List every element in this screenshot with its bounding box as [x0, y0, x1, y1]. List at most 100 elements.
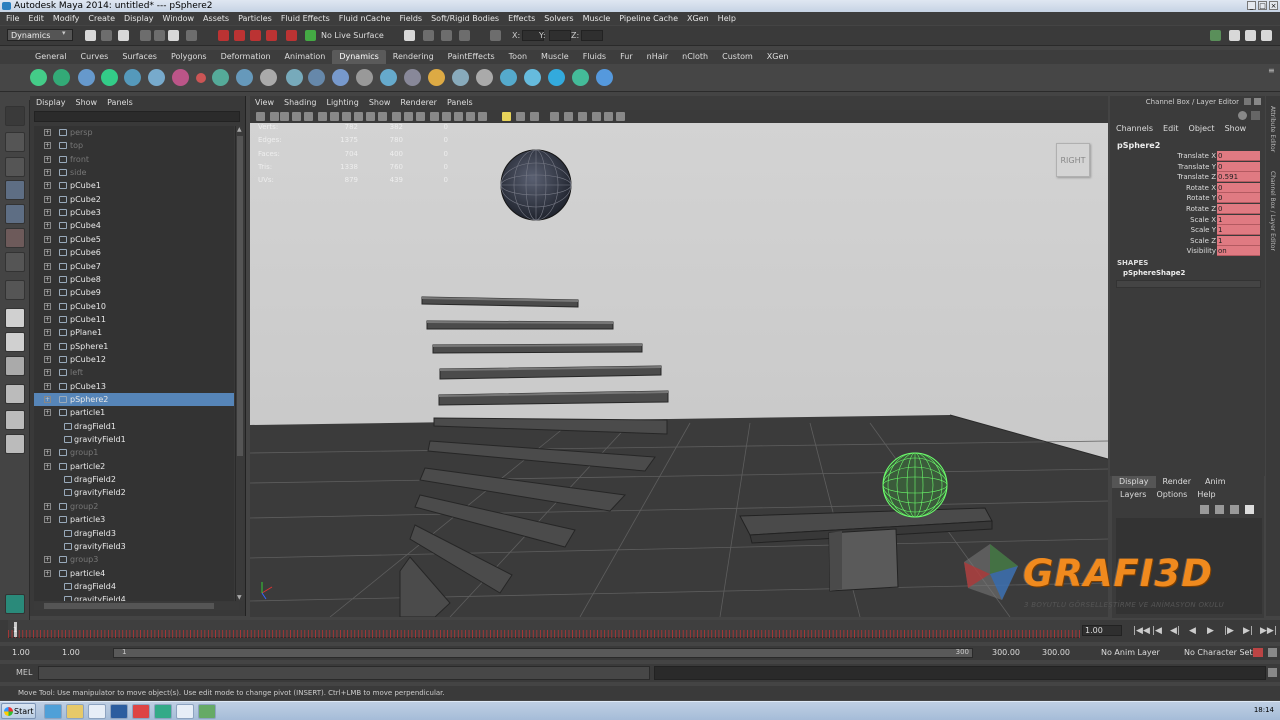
auto-key-icon[interactable] — [1253, 648, 1263, 657]
transform-mode-icon[interactable] — [490, 30, 501, 41]
nail-constraint-icon[interactable] — [476, 69, 493, 86]
menu-solvers[interactable]: Solvers — [544, 12, 573, 25]
film-gate-icon[interactable] — [318, 112, 327, 121]
animation-start-field[interactable]: 1.00 — [12, 647, 30, 659]
channel-menu-edit[interactable]: Edit — [1163, 124, 1179, 133]
play-forwards-button[interactable]: ▶ — [1207, 626, 1214, 636]
point-icon[interactable] — [196, 73, 206, 83]
viewport-menu-view[interactable]: View — [255, 96, 274, 110]
outliner-item[interactable]: + side — [34, 166, 234, 179]
channel-label[interactable]: Visibility — [1187, 246, 1216, 257]
ambient-occlusion-icon[interactable] — [564, 112, 573, 121]
layer-tab-anim[interactable]: Anim — [1198, 476, 1233, 488]
active-rigid-body-icon[interactable] — [428, 69, 445, 86]
close-button[interactable]: × — [1269, 1, 1278, 10]
expand-icon[interactable]: + — [44, 155, 51, 163]
quick-layout-icon[interactable] — [5, 594, 25, 614]
wireframe-icon[interactable] — [392, 112, 401, 121]
ie-taskbar-icon[interactable] — [44, 704, 62, 719]
channel-label[interactable]: Rotate X — [1186, 183, 1216, 194]
outliner-item[interactable]: gravityField3 — [34, 540, 234, 553]
outliner-menu-show[interactable]: Show — [76, 96, 98, 110]
shelf-menu-icon[interactable]: ≡ — [1268, 66, 1275, 75]
layer-move-down-icon[interactable] — [1215, 505, 1224, 514]
current-frame-field[interactable]: 1.00 — [1082, 625, 1122, 636]
layer-menu-options[interactable]: Options — [1156, 490, 1187, 499]
outliner-item[interactable]: + pCube4 — [34, 219, 234, 232]
outliner-item[interactable]: dragField3 — [34, 527, 234, 540]
outliner-item[interactable]: + pCube3 — [34, 206, 234, 219]
isolate-select-icon[interactable] — [550, 112, 559, 121]
outliner-item[interactable]: + pCube6 — [34, 246, 234, 259]
expand-icon[interactable]: + — [44, 275, 51, 283]
step-back-frame-button[interactable]: ◀| — [1170, 626, 1180, 636]
render-frame-icon[interactable] — [423, 30, 434, 41]
expand-icon[interactable]: + — [44, 516, 51, 524]
z-field[interactable] — [581, 30, 603, 41]
layer-menu-help[interactable]: Help — [1197, 490, 1215, 499]
viewport-menu-shading[interactable]: Shading — [284, 96, 317, 110]
shelf-tab-fur[interactable]: Fur — [613, 50, 640, 64]
spring-constraint-icon[interactable] — [524, 69, 541, 86]
ipr-render-icon[interactable] — [441, 30, 452, 41]
channel-label[interactable]: Translate Y — [1178, 162, 1216, 173]
sidebar-toggle-icon[interactable] — [1210, 30, 1221, 41]
cache-icon[interactable] — [572, 69, 589, 86]
expand-icon[interactable]: + — [44, 449, 51, 457]
snap-curve-icon[interactable] — [234, 30, 245, 41]
channel-value-field[interactable]: 1 — [1217, 225, 1260, 236]
start-button[interactable]: Start — [1, 703, 36, 719]
outliner-item[interactable]: + persp — [34, 126, 234, 139]
channel-box-toggle-icon[interactable] — [1261, 30, 1272, 41]
expand-icon[interactable]: + — [44, 409, 51, 417]
channel-box-options-icon[interactable] — [1251, 111, 1260, 120]
menu-pipeline-cache[interactable]: Pipeline Cache — [619, 12, 678, 25]
channel-label[interactable]: Scale X — [1190, 215, 1216, 226]
animation-prefs-icon[interactable] — [1268, 648, 1277, 657]
instancer-icon[interactable] — [172, 69, 189, 86]
expand-icon[interactable]: + — [44, 235, 51, 243]
collide-icon[interactable] — [148, 69, 165, 86]
outliner-item[interactable]: + pCube11 — [34, 313, 234, 326]
scroll-down-icon[interactable]: ▼ — [237, 594, 242, 601]
snap-point-icon[interactable] — [250, 30, 261, 41]
outliner-item[interactable]: + particle2 — [34, 460, 234, 473]
channel-box-tab[interactable]: Channel Box / Layer Editor — [1269, 171, 1276, 251]
grid-toggle-icon[interactable] — [304, 112, 313, 121]
channel-value-field[interactable]: 0 — [1217, 151, 1260, 161]
select-object-icon[interactable] — [154, 30, 165, 41]
use-default-material-icon[interactable] — [442, 112, 451, 121]
menu-fluid-ncache[interactable]: Fluid nCache — [339, 12, 391, 25]
hypershade-layout-icon[interactable] — [5, 410, 25, 430]
outliner-menu-panels[interactable]: Panels — [107, 96, 133, 110]
attribute-editor-toggle-icon[interactable] — [1229, 30, 1240, 41]
outliner-item[interactable]: + pCube8 — [34, 273, 234, 286]
texture-icon[interactable] — [616, 112, 625, 121]
mask-icon[interactable] — [186, 30, 197, 41]
expand-icon[interactable]: + — [44, 369, 51, 377]
menu-muscle[interactable]: Muscle — [583, 12, 611, 25]
menu-assets[interactable]: Assets — [203, 12, 229, 25]
live-surface-icon[interactable] — [305, 30, 316, 41]
viewport-menu-lighting[interactable]: Lighting — [326, 96, 358, 110]
move-tool-icon[interactable] — [5, 180, 25, 200]
shelf-tab-general[interactable]: General — [28, 50, 74, 64]
menu-display[interactable]: Display — [124, 12, 154, 25]
hscroll-thumb[interactable] — [44, 603, 214, 609]
persp-graph-layout-icon[interactable] — [5, 384, 25, 404]
channel-value-field[interactable]: 0 — [1217, 182, 1260, 193]
outliner-item[interactable]: gravityField2 — [34, 486, 234, 499]
channel-value-field[interactable]: 0 — [1217, 204, 1260, 214]
step-back-key-button[interactable]: |◀ — [1152, 626, 1162, 636]
panel-float-icon[interactable] — [1244, 98, 1251, 105]
last-tool-icon[interactable] — [5, 280, 25, 300]
open-scene-icon[interactable] — [101, 30, 112, 41]
maya-taskbar-icon[interactable] — [154, 704, 172, 719]
goal-icon[interactable] — [124, 69, 141, 86]
expand-icon[interactable]: + — [44, 129, 51, 136]
motion-blur-icon[interactable] — [578, 112, 587, 121]
minimize-button[interactable]: _ — [1247, 1, 1256, 10]
channel-label[interactable]: Rotate Y — [1187, 193, 1216, 204]
shelf-tab-muscle[interactable]: Muscle — [534, 50, 576, 64]
channel-value-field[interactable]: 0 — [1217, 161, 1260, 172]
